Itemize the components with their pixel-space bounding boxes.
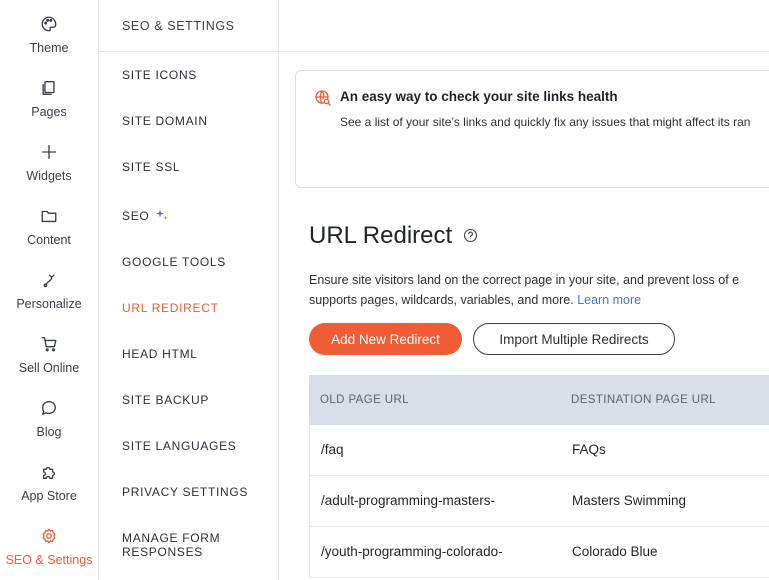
learn-more-link[interactable]: Learn more — [577, 293, 641, 307]
nav-item-manage-form-responses[interactable]: MANAGE FORM RESPONSES — [122, 531, 220, 559]
rail-item-app-store[interactable]: App Store — [0, 460, 98, 520]
old-url-cell: /youth-programming-colorado- — [321, 544, 503, 559]
cart-icon — [39, 334, 59, 354]
nav-item-privacy-settings[interactable]: PRIVACY SETTINGS — [122, 485, 248, 499]
nav-item-site-domain[interactable]: SITE DOMAIN — [122, 114, 208, 128]
destination-cell: Colorado Blue — [572, 544, 658, 559]
gear-icon — [39, 526, 59, 546]
nav-item-head-html[interactable]: HEAD HTML — [122, 347, 198, 361]
column-header-destination-url[interactable]: DESTINATION PAGE URL — [571, 394, 716, 406]
description-line-2: supports pages, wildcards, variables, an… — [309, 293, 574, 307]
help-icon[interactable] — [463, 228, 478, 243]
rail-item-content[interactable]: Content — [0, 204, 98, 264]
column-header-old-url[interactable]: OLD PAGE URL — [320, 394, 409, 406]
page-title: URL Redirect — [309, 222, 453, 249]
rail-item-pages[interactable]: Pages — [0, 76, 98, 136]
rail-item-label: Theme — [29, 41, 69, 55]
rail-item-label: Blog — [36, 425, 62, 439]
nav-item-site-icons[interactable]: SITE ICONS — [122, 68, 197, 82]
main-content: An easy way to check your site links hea… — [279, 52, 769, 580]
table-header: OLD PAGE URL DESTINATION PAGE URL — [309, 375, 769, 425]
description-line-1: Ensure site visitors land on the correct… — [309, 273, 740, 287]
nav-item-seo[interactable]: SEO — [122, 208, 169, 225]
nav-item-site-languages[interactable]: SITE LANGUAGES — [122, 439, 237, 453]
nav-item-site-backup[interactable]: SITE BACKUP — [122, 393, 209, 407]
nav-item-label: SEO — [122, 209, 150, 223]
rail-item-label: App Store — [21, 489, 77, 503]
nav-item-label-line2: RESPONSES — [122, 545, 203, 559]
globe-search-icon — [314, 89, 332, 107]
settings-nav-title: SEO & SETTINGS — [122, 19, 235, 33]
destination-cell: Masters Swimming — [572, 493, 687, 508]
table-row[interactable]: /youth-programming-colorado- Colorado Bl… — [309, 527, 769, 578]
add-new-redirect-button[interactable]: Add New Redirect — [309, 323, 462, 355]
chat-bubble-icon — [39, 398, 59, 418]
rail-item-personalize[interactable]: Personalize — [0, 268, 98, 328]
pages-icon — [39, 78, 59, 98]
page-description: Ensure site visitors land on the correct… — [309, 270, 739, 310]
old-url-cell: /faq — [321, 442, 344, 457]
rail-item-label: Sell Online — [18, 361, 80, 375]
rail-item-blog[interactable]: Blog — [0, 396, 98, 456]
banner-title: An easy way to check your site links hea… — [340, 89, 618, 104]
rail-item-label: Widgets — [26, 169, 72, 183]
redirects-table: OLD PAGE URL DESTINATION PAGE URL /faq F… — [309, 375, 769, 578]
nav-item-label: MANAGE FORM — [122, 531, 221, 545]
link-health-banner: An easy way to check your site links hea… — [295, 70, 769, 188]
banner-text: See a list of your site’s links and quic… — [340, 115, 751, 129]
settings-nav: SEO & SETTINGS SITE ICONS SITE DOMAIN SI… — [99, 0, 279, 580]
plus-icon — [39, 142, 59, 162]
nav-item-site-ssl[interactable]: SITE SSL — [122, 160, 180, 174]
rail-item-label: SEO & Settings — [5, 553, 93, 567]
rail-item-label: Content — [27, 233, 71, 247]
nav-item-url-redirect[interactable]: URL REDIRECT — [122, 301, 219, 315]
rail-item-label: Personalize — [16, 297, 82, 311]
app-rail: Theme Pages Widgets Content Personalize … — [0, 0, 99, 580]
sparkle-icon — [155, 208, 169, 225]
nav-item-google-tools[interactable]: GOOGLE TOOLS — [122, 255, 226, 269]
personalize-icon — [39, 270, 59, 290]
rail-item-seo-settings[interactable]: SEO & Settings — [0, 524, 98, 580]
palette-icon — [39, 14, 59, 34]
rail-item-label: Pages — [31, 105, 67, 119]
rail-item-sell-online[interactable]: Sell Online — [0, 332, 98, 392]
puzzle-icon — [39, 462, 59, 482]
folder-icon — [39, 206, 59, 226]
table-row[interactable]: /adult-programming-masters- Masters Swim… — [309, 476, 769, 527]
rail-item-widgets[interactable]: Widgets — [0, 140, 98, 200]
import-multiple-redirects-button[interactable]: Import Multiple Redirects — [473, 323, 675, 355]
table-row[interactable]: /faq FAQs — [309, 425, 769, 476]
old-url-cell: /adult-programming-masters- — [321, 493, 496, 508]
rail-item-theme[interactable]: Theme — [0, 12, 98, 72]
destination-cell: FAQs — [572, 442, 606, 457]
